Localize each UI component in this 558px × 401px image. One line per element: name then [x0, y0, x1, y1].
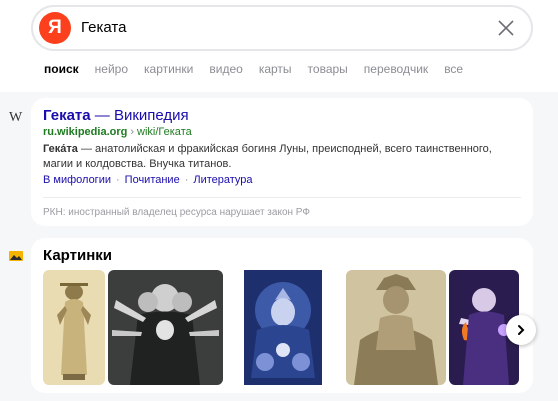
image-thumbnail[interactable] [346, 270, 446, 385]
search-result-wikipedia: Геката — Википедия ru.wikipedia.org › wiki… [31, 98, 533, 226]
divider [43, 197, 521, 198]
tab-products[interactable]: товары [308, 62, 348, 76]
search-box[interactable]: Я Геката [31, 5, 533, 51]
image-thumbnail[interactable] [43, 270, 105, 385]
search-tabs: поиск нейро картинки видео карты товары … [44, 62, 479, 76]
search-input[interactable]: Геката [81, 19, 126, 36]
header: Я Геката поиск нейро картинки видео карт… [0, 0, 558, 92]
carousel-next-button[interactable] [506, 315, 536, 345]
result-title-rest: — Википедия [90, 107, 189, 124]
snippet-bold: Гека́та [43, 143, 78, 155]
sitelink-worship[interactable]: Почитание [125, 174, 180, 186]
sitelink-separator: · [116, 174, 120, 186]
svg-text:W: W [9, 110, 23, 124]
result-title-bold: Геката [43, 107, 91, 124]
clear-icon[interactable] [497, 19, 515, 37]
image-thumbnail[interactable] [227, 270, 339, 385]
breadcrumb-separator: › [130, 126, 135, 138]
tab-all[interactable]: все [444, 62, 463, 76]
sitelink-separator: · [184, 174, 189, 186]
result-path: wiki/Геката [137, 126, 192, 138]
result-snippet: Гека́та — анатолийская и фракийская боги… [43, 142, 513, 172]
tab-search[interactable]: поиск [44, 62, 79, 76]
tab-video[interactable]: видео [209, 62, 242, 76]
tab-images[interactable]: картинки [144, 62, 193, 76]
rkn-notice: РКН: иностранный владелец ресурса наруша… [43, 207, 310, 218]
tab-translator[interactable]: переводчик [364, 62, 428, 76]
snippet-text: — анатолийская и фракийская богиня Луны,… [43, 143, 492, 170]
wikipedia-w-icon: W [9, 110, 23, 124]
images-block: Картинки [31, 238, 536, 393]
image-thumbnail[interactable] [108, 270, 223, 385]
result-domain: ru.wikipedia.org [43, 126, 128, 138]
tab-neuro[interactable]: нейро [95, 62, 128, 76]
tab-maps[interactable]: карты [259, 62, 292, 76]
chevron-right-icon [518, 325, 525, 335]
sitelink-literature[interactable]: Литература [193, 174, 252, 186]
images-heading[interactable]: Картинки [43, 247, 112, 264]
result-title-link[interactable]: Геката — Википедия [43, 107, 189, 124]
image-icon [9, 251, 23, 261]
sitelink-mythology[interactable]: В мифологии [43, 174, 111, 186]
sitelinks: В мифологии · Почитание · Литература [43, 174, 253, 186]
yandex-logo[interactable]: Я [39, 12, 71, 44]
result-url[interactable]: ru.wikipedia.org › wiki/Геката [43, 126, 192, 138]
